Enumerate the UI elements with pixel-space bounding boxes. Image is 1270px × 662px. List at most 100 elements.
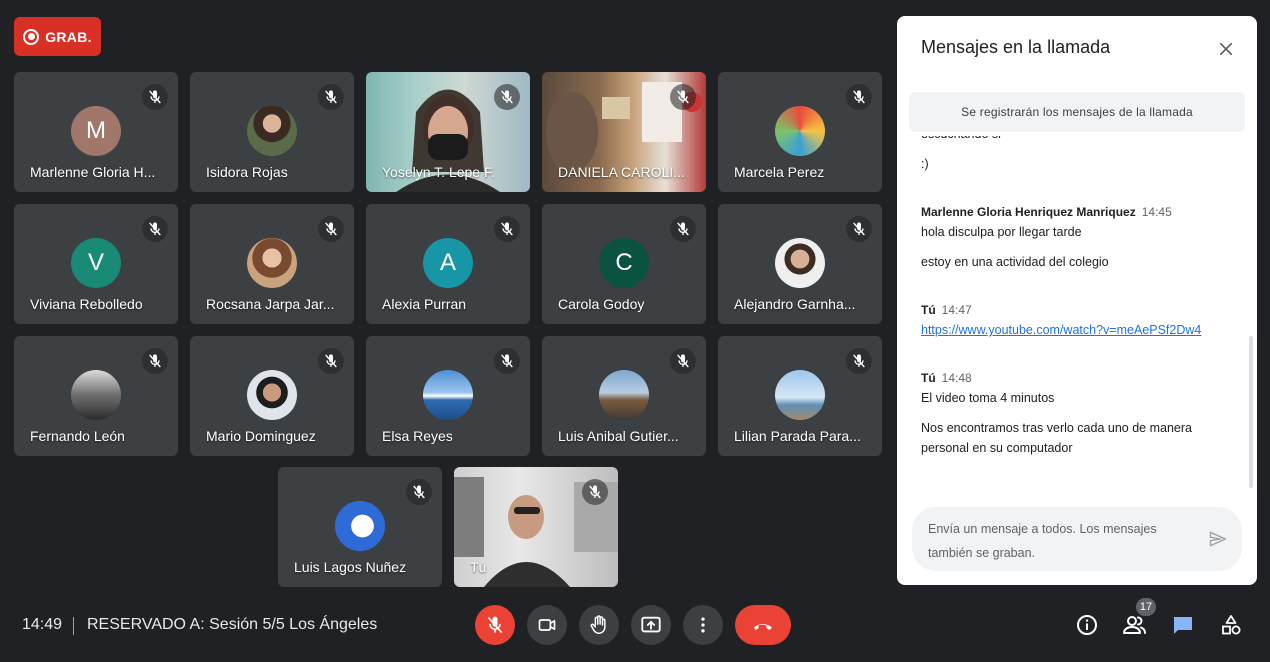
camera-toggle-button[interactable] [527, 605, 567, 645]
present-screen-button[interactable] [631, 605, 671, 645]
participant-name: DANIELA CAROLI... [558, 164, 685, 180]
more-vert-icon [701, 617, 705, 633]
avatar-photo [247, 106, 297, 156]
participant-tile[interactable]: Elsa Reyes [366, 336, 530, 456]
send-button[interactable] [1206, 527, 1230, 551]
chat-icon [1174, 617, 1192, 634]
participant-name: Alejandro Garnha... [734, 296, 856, 312]
avatar: C [599, 238, 649, 288]
participant-name: Yoselyn T. Lepe F. [382, 164, 495, 180]
send-icon [1209, 531, 1227, 547]
record-icon [23, 28, 40, 45]
message-text: El video toma 4 minutos [921, 391, 1055, 405]
participant-tile[interactable]: Mario Dominguez [190, 336, 354, 456]
participant-tile[interactable]: Isidora Rojas [190, 72, 354, 192]
avatar-photo [247, 370, 297, 420]
divider [73, 617, 74, 635]
mic-off-icon [142, 84, 168, 110]
participant-name: Viviana Rebolledo [30, 296, 143, 312]
mic-off-icon [318, 216, 344, 242]
mic-off-icon [670, 348, 696, 374]
participant-tile[interactable]: M Marlenne Gloria H... [14, 72, 178, 192]
leave-call-button[interactable] [735, 605, 791, 645]
people-icon [1123, 616, 1146, 634]
clock: 14:49 [22, 616, 63, 633]
message-header: Marlenne Gloria Henriquez Manriquez 14:45 [921, 202, 1231, 222]
participant-tile[interactable]: Fernando León [14, 336, 178, 456]
message-text: Nos encontramos tras verlo cada uno de m… [921, 421, 1192, 455]
participant-tile[interactable]: Rocsana Jarpa Jar... [190, 204, 354, 324]
avatar-photo [247, 238, 297, 288]
mic-off-icon [318, 84, 344, 110]
avatar-letter: V [87, 249, 104, 276]
meeting-details-button[interactable] [1072, 610, 1102, 640]
participant-tile[interactable]: C Carola Godoy [542, 204, 706, 324]
avatar-photo [599, 370, 649, 420]
mic-off-icon [318, 348, 344, 374]
participant-video-tile[interactable]: DANIELA CAROLI... [542, 72, 706, 192]
participant-name: Mario Dominguez [206, 428, 316, 444]
message-time: 14:45 [1141, 205, 1172, 219]
hand-icon [590, 615, 606, 634]
participant-tile[interactable]: V Viviana Rebolledo [14, 204, 178, 324]
mic-off-icon [142, 348, 168, 374]
chat-button[interactable] [1168, 610, 1198, 640]
message-time: 14:47 [941, 303, 972, 317]
recording-badge[interactable]: GRAB. [14, 17, 101, 56]
hang-up-icon [754, 624, 772, 630]
activities-button[interactable] [1216, 610, 1246, 640]
participant-name: Marlenne Gloria H... [30, 164, 156, 180]
meeting-title: RESERVADO A: Sesión 5/5 Los Ángeles [87, 616, 378, 633]
mic-off-icon [406, 479, 432, 505]
avatar-photo [775, 370, 825, 420]
self-video-tile[interactable]: Tú [454, 467, 618, 587]
message-text: hola disculpa por llegar tarde [921, 225, 1082, 239]
participant-count-badge: 17 [1136, 598, 1156, 616]
participant-tile[interactable]: Luis Anibal Gutier... [542, 336, 706, 456]
mic-off-icon [487, 616, 503, 634]
mic-off-icon [494, 216, 520, 242]
participant-name: Fernando León [30, 428, 125, 444]
participant-tile[interactable]: A Alexia Purran [366, 204, 530, 324]
panel-title: Mensajes en la llamada [921, 37, 1111, 57]
message-header: Tú 14:47 [921, 300, 1231, 320]
message-list[interactable]: escuchando si :) Marlenne Gloria Henriqu… [897, 136, 1247, 496]
participant-name: Rocsana Jarpa Jar... [206, 296, 335, 312]
avatar: M [71, 106, 121, 156]
raise-hand-button[interactable] [579, 605, 619, 645]
participant-tile[interactable]: Lilian Parada Para... [718, 336, 882, 456]
participant-name: Alexia Purran [382, 296, 467, 312]
mic-off-icon [670, 216, 696, 242]
message-sender: Tú [921, 303, 936, 317]
participant-name: Carola Godoy [558, 296, 645, 312]
participant-tile[interactable]: Marcela Perez [718, 72, 882, 192]
participant-tile[interactable]: Alejandro Garnha... [718, 204, 882, 324]
message-text: estoy en una actividad del colegio [921, 255, 1109, 269]
mic-off-icon [670, 84, 696, 110]
message-text: :) [921, 157, 929, 171]
participant-name: Marcela Perez [734, 164, 825, 180]
message-sender: Marlenne Gloria Henriquez Manriquez [921, 205, 1136, 219]
camera-icon [538, 619, 556, 631]
avatar: V [71, 238, 121, 288]
chat-scrollbar[interactable] [1249, 336, 1253, 488]
message-input[interactable] [928, 517, 1188, 563]
mic-off-icon [846, 348, 872, 374]
avatar: A [423, 238, 473, 288]
mic-off-icon [582, 479, 608, 505]
present-icon [641, 616, 661, 633]
avatar-photo [335, 501, 385, 551]
message-link[interactable]: https://www.youtube.com/watch?v=meAePSf2… [921, 323, 1201, 337]
participant-name: Luis Anibal Gutier... [558, 428, 679, 444]
avatar-photo [71, 370, 121, 420]
chat-compose [912, 507, 1242, 571]
more-options-button[interactable] [683, 605, 723, 645]
mic-off-icon [142, 216, 168, 242]
participant-tile[interactable]: Luis Lagos Nuñez [278, 467, 442, 587]
participant-video-tile[interactable]: Yoselyn T. Lepe F. [366, 72, 530, 192]
message-time: 14:48 [941, 371, 972, 385]
close-button[interactable] [1213, 36, 1239, 62]
close-icon [1219, 42, 1233, 56]
mic-off-icon [494, 84, 520, 110]
mic-toggle-button[interactable] [475, 605, 515, 645]
